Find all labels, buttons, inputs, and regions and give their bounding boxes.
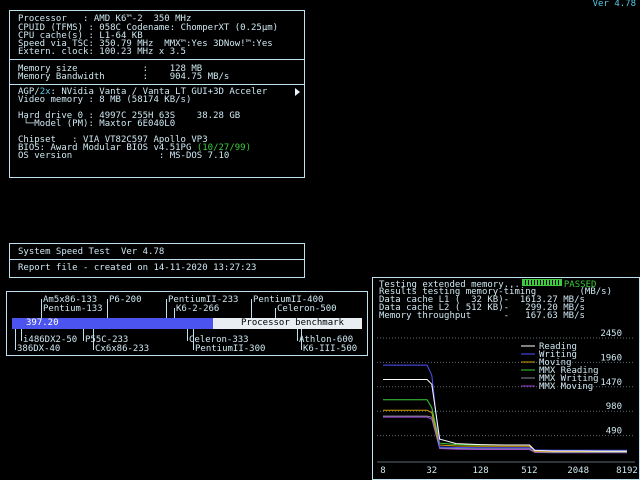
tick-marker: [107, 299, 108, 318]
tick-marker: [297, 329, 298, 341]
tick-marker: [41, 308, 42, 310]
memory-bandwidth-line: Memory Bandwidth : 904.75 MB/s: [18, 72, 230, 82]
speed-test-panel: System Speed Test Ver 4.78 Report file -…: [9, 243, 305, 278]
y-tick-label: 2450: [600, 329, 622, 339]
ref-cpu-label: 386DX-40: [17, 344, 61, 354]
video-memory-line: Video memory : 8 MB (58174 KB/s): [18, 95, 192, 105]
memory-timing-chart: 4909801470196024508 32 128 512 2048 8192Readi…: [377, 329, 638, 476]
divider: [10, 84, 304, 85]
y-tick-label: 1470: [600, 378, 622, 388]
ref-cpu-label: Pentium-133: [43, 304, 103, 314]
tick-marker: [174, 308, 175, 318]
tick-marker: [166, 299, 167, 318]
x-tick-label: 512: [521, 466, 537, 476]
extern-clock-line: Extern. clock: 100.23 MHz x 3.5: [18, 47, 186, 57]
scroll-right-icon[interactable]: [295, 88, 300, 96]
x-tick-label: 32: [426, 466, 437, 476]
divider: [10, 259, 304, 260]
report-file-line: Report file - created on 14-11-2020 13:2…: [18, 263, 257, 273]
memory-timing-panel: Testing extended memory... PASSED Results…: [372, 277, 640, 480]
x-tick-label: 2048: [567, 466, 589, 476]
tick-marker: [21, 329, 22, 341]
tick-marker: [83, 329, 84, 341]
ref-cpu-label: K6-III-500: [303, 344, 358, 354]
tick-marker: [275, 308, 276, 318]
y-tick-label: 1960: [600, 353, 622, 363]
legend-label: MMX Moving: [539, 382, 593, 392]
y-tick-label: 490: [606, 427, 622, 437]
benchmark-caption: Processor benchmark: [241, 318, 344, 328]
ref-cpu-label: PentiumII-300: [195, 344, 266, 354]
ref-cpu-label: Cx6x86-233: [95, 344, 150, 354]
x-tick-label: 128: [472, 466, 488, 476]
tick-marker: [15, 329, 16, 350]
y-tick-label: 980: [606, 402, 622, 412]
x-tick-label: 8192: [616, 466, 638, 476]
divider: [10, 59, 304, 60]
benchmark-bar-track: 397.20 Processor benchmark: [12, 318, 362, 329]
os-version-line: OS version : MS-DOS 7.10: [18, 151, 230, 161]
ref-cpu-label: Celeron-500: [277, 304, 337, 314]
series-line-mmx-reading: [383, 399, 627, 452]
tick-marker: [187, 329, 188, 341]
series-line-mmx-writing: [383, 415, 627, 454]
ref-cpu-label: K6-2-266: [176, 304, 220, 314]
system-info-panel: Processor : AMD K6™-2 350 MHz CPUID (TFM…: [9, 10, 305, 178]
ref-cpu-label: P6-200: [109, 295, 142, 305]
speed-test-title: System Speed Test Ver 4.78: [18, 247, 165, 257]
version-label: Ver 4.78: [592, 0, 636, 9]
benchmark-value: 397.20: [26, 318, 59, 328]
drive-model-line: └─Model (PM): Maxtor 6E040L0: [18, 119, 176, 129]
x-tick-label: 8: [380, 466, 385, 476]
benchmark-panel: Am5x86-133 P6-200 PentiumII-233 PentiumI…: [6, 291, 368, 356]
tick-marker: [251, 299, 252, 318]
